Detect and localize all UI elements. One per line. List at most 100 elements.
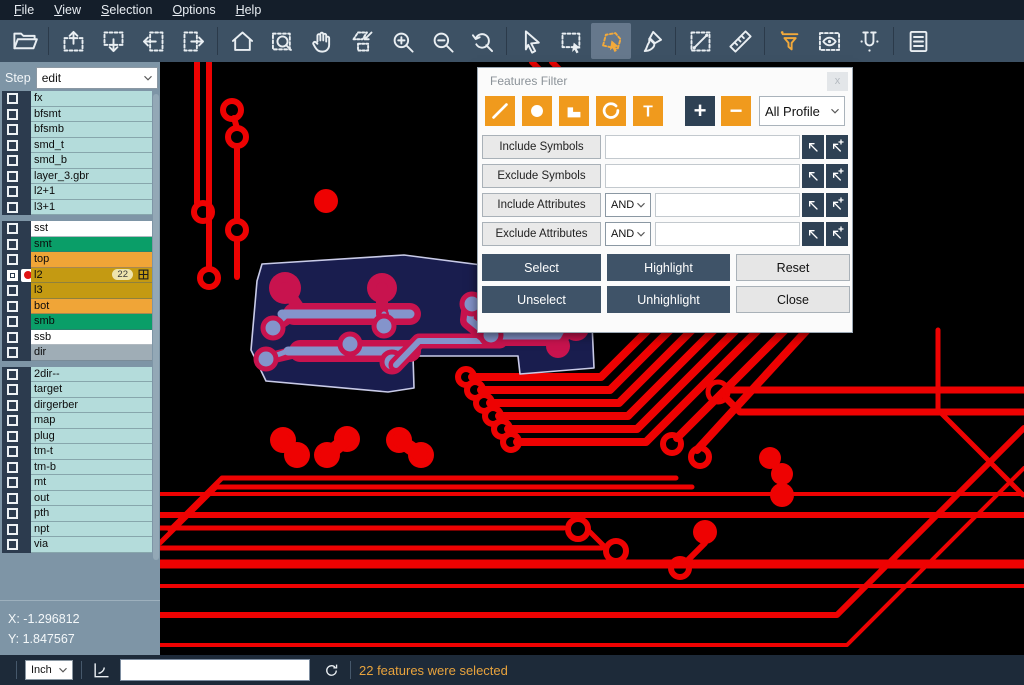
layer-row-sst[interactable]: sst: [31, 221, 152, 237]
menu-file[interactable]: File: [4, 1, 44, 19]
close-icon[interactable]: x: [827, 72, 848, 91]
layer-row-via[interactable]: via: [31, 537, 152, 553]
zoom-selection-button[interactable]: [342, 23, 382, 59]
close-button[interactable]: Close: [736, 286, 850, 313]
report-list-button[interactable]: [898, 23, 938, 59]
layer-checkbox-tm-b[interactable]: [7, 462, 18, 473]
layer-row-smt[interactable]: smt: [31, 237, 152, 253]
include-attributes-pick-button[interactable]: [802, 193, 824, 217]
layer-checkbox-via[interactable]: [7, 539, 18, 550]
layer-checkbox-l2[interactable]: [7, 270, 18, 281]
view-profile-button[interactable]: [809, 23, 849, 59]
pan-right-button[interactable]: [173, 23, 213, 59]
layer-row-bfsmt[interactable]: bfsmt: [31, 107, 152, 123]
layer-row-dirgerber[interactable]: dirgerber: [31, 398, 152, 414]
open-file-button[interactable]: [4, 23, 44, 59]
layer-row-l3[interactable]: l3: [31, 283, 152, 299]
layer-row-l3+1[interactable]: l3+1: [31, 200, 152, 216]
select-button[interactable]: Select: [482, 254, 601, 281]
layer-checkbox-layer_3.gbr[interactable]: [7, 171, 18, 182]
layer-row-2dir--[interactable]: 2dir--: [31, 367, 152, 383]
filter-surface-button[interactable]: [559, 96, 589, 126]
select-arrow-button[interactable]: [511, 23, 551, 59]
layer-checkbox-ssb[interactable]: [7, 332, 18, 343]
layer-checkbox-mt[interactable]: [7, 477, 18, 488]
snap-mode-button[interactable]: [849, 23, 889, 59]
layer-row-layer_3.gbr[interactable]: layer_3.gbr: [31, 169, 152, 185]
include-attributes-input[interactable]: [655, 193, 800, 217]
menu-help[interactable]: Help: [226, 1, 272, 19]
layer-checkbox-tm-t[interactable]: [7, 446, 18, 457]
zoom-window-button[interactable]: [262, 23, 302, 59]
exclude-symbols-button[interactable]: Exclude Symbols: [482, 164, 601, 188]
layer-checkbox-plug[interactable]: [7, 431, 18, 442]
clear-highlight-button[interactable]: [631, 23, 671, 59]
layer-scrollbar[interactable]: [153, 94, 159, 560]
exclude-symbols-pick-button[interactable]: [802, 164, 824, 188]
layer-row-map[interactable]: map: [31, 413, 152, 429]
include-attributes-operator-select[interactable]: AND: [605, 193, 651, 217]
features-filter-button[interactable]: [769, 23, 809, 59]
menu-view[interactable]: View: [44, 1, 91, 19]
layer-checkbox-smd_b[interactable]: [7, 155, 18, 166]
pan-left-button[interactable]: [133, 23, 173, 59]
layer-checkbox-smb[interactable]: [7, 316, 18, 327]
zoom-out-button[interactable]: [422, 23, 462, 59]
exclude-symbols-input[interactable]: [605, 164, 800, 188]
include-symbols-pick-button[interactable]: [802, 135, 824, 159]
layer-row-mt[interactable]: mt: [31, 475, 152, 491]
select-polygon-button[interactable]: [591, 23, 631, 59]
layer-row-tm-b[interactable]: tm-b: [31, 460, 152, 476]
filter-arc-button[interactable]: [596, 96, 626, 126]
layer-checkbox-bot[interactable]: [7, 301, 18, 312]
exclude-attributes-input[interactable]: [655, 222, 800, 246]
layer-row-npt[interactable]: npt: [31, 522, 152, 538]
layer-checkbox-dir[interactable]: [7, 347, 18, 358]
exclude-attributes-button[interactable]: Exclude Attributes: [482, 222, 601, 246]
layer-row-pth[interactable]: pth: [31, 506, 152, 522]
zoom-in-button[interactable]: [382, 23, 422, 59]
exclude-attributes-operator-select[interactable]: AND: [605, 222, 651, 246]
exclude-symbols-pick-add-button[interactable]: [826, 164, 848, 188]
layer-row-dir[interactable]: dir: [31, 345, 152, 361]
pan-down-button[interactable]: [93, 23, 133, 59]
layer-checkbox-top[interactable]: [7, 254, 18, 265]
filter-text-button[interactable]: T: [633, 96, 663, 126]
exclude-attributes-pick-add-button[interactable]: [826, 222, 848, 246]
layer-row-l2[interactable]: l222: [31, 268, 152, 284]
layer-row-smd_b[interactable]: smd_b: [31, 153, 152, 169]
zoom-previous-button[interactable]: [462, 23, 502, 59]
layer-row-smb[interactable]: smb: [31, 314, 152, 330]
layer-row-l2+1[interactable]: l2+1: [31, 184, 152, 200]
include-symbols-button[interactable]: Include Symbols: [482, 135, 601, 159]
layer-checkbox-out[interactable]: [7, 493, 18, 504]
layer-row-target[interactable]: target: [31, 382, 152, 398]
dialog-titlebar[interactable]: Features Filter x: [478, 68, 852, 94]
include-attributes-pick-add-button[interactable]: [826, 193, 848, 217]
add-filter-button[interactable]: +: [685, 96, 715, 126]
refresh-icon[interactable]: [320, 659, 342, 681]
include-attributes-button[interactable]: Include Attributes: [482, 193, 601, 217]
layer-row-plug[interactable]: plug: [31, 429, 152, 445]
layer-checkbox-smd_t[interactable]: [7, 140, 18, 151]
layer-row-ssb[interactable]: ssb: [31, 330, 152, 346]
include-symbols-input[interactable]: [605, 135, 800, 159]
units-select[interactable]: Inch: [25, 660, 73, 680]
layer-checkbox-l3[interactable]: [7, 285, 18, 296]
layer-row-fx[interactable]: fx: [31, 91, 152, 107]
step-select[interactable]: edit: [36, 67, 158, 89]
select-rectangle-button[interactable]: [551, 23, 591, 59]
layer-row-bfsmb[interactable]: bfsmb: [31, 122, 152, 138]
command-input[interactable]: [120, 659, 310, 681]
exclude-attributes-pick-button[interactable]: [802, 222, 824, 246]
measure-distance-button[interactable]: [680, 23, 720, 59]
layer-checkbox-pth[interactable]: [7, 508, 18, 519]
layer-checkbox-l2+1[interactable]: [7, 186, 18, 197]
highlight-button[interactable]: Highlight: [607, 254, 730, 281]
layer-checkbox-l3+1[interactable]: [7, 202, 18, 213]
unhighlight-button[interactable]: Unhighlight: [607, 286, 730, 313]
layer-checkbox-fx[interactable]: [7, 93, 18, 104]
menu-selection[interactable]: Selection: [91, 1, 162, 19]
layer-row-bot[interactable]: bot: [31, 299, 152, 315]
filter-line-button[interactable]: [485, 96, 515, 126]
